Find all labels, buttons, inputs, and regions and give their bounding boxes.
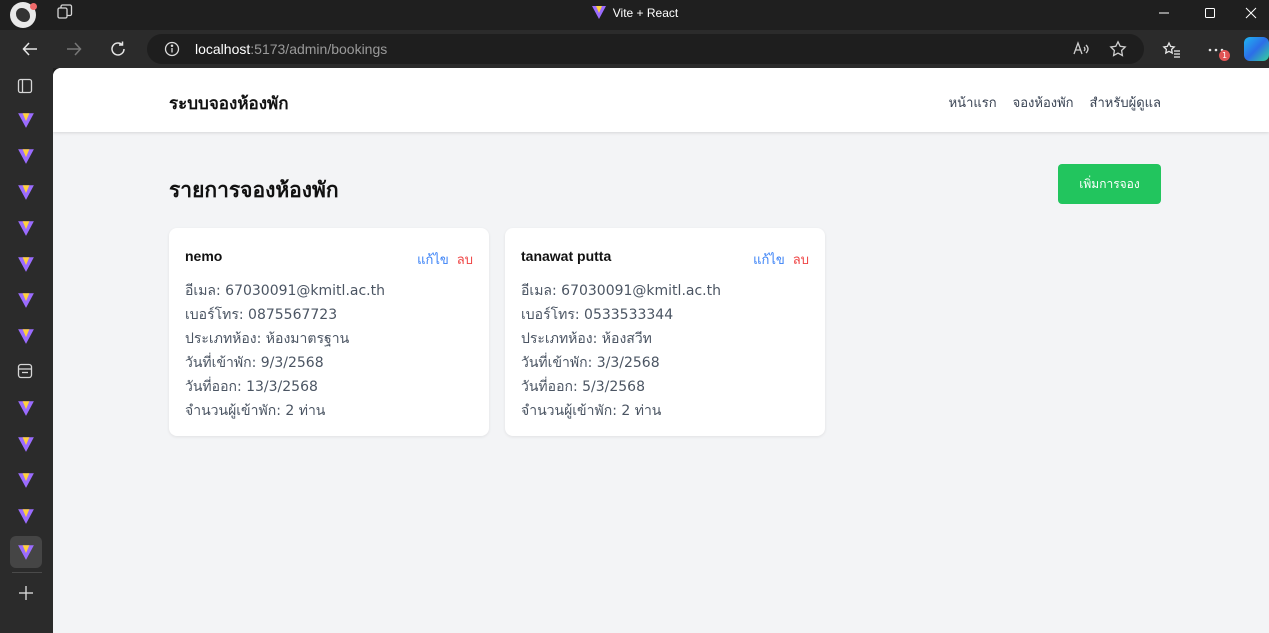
browser-toolbar: localhost:5173/admin/bookings [0, 30, 1269, 68]
active-vertical-tab-vite-icon[interactable] [10, 536, 42, 568]
booking-check-out: วันที่ออก: 13/3/2568 [185, 379, 318, 395]
back-button[interactable] [16, 36, 44, 62]
edit-booking-button[interactable]: แก้ไข [417, 249, 449, 270]
vertical-tab-vite-icon[interactable] [13, 107, 39, 133]
read-aloud-icon[interactable] [1072, 40, 1090, 58]
booking-card: tanawat putta แก้ไข ลบ อีเมล: 67030091@k… [505, 228, 825, 436]
favorites-icon[interactable] [1162, 40, 1182, 60]
notification-badge: 1 [1219, 50, 1230, 61]
vertical-tab-vite-icon[interactable] [13, 503, 39, 529]
address-bar[interactable]: localhost:5173/admin/bookings [147, 34, 1144, 64]
minimize-button[interactable] [1141, 0, 1187, 26]
vertical-tab-vite-icon[interactable] [13, 431, 39, 457]
vertical-tab-vite-icon[interactable] [13, 395, 39, 421]
window-title-text: Vite + React [612, 6, 679, 20]
nav-link-home[interactable]: หน้าแรก [949, 92, 997, 113]
site-brand[interactable]: ระบบจองห้องพัก [169, 90, 289, 117]
delete-booking-button[interactable]: ลบ [457, 249, 473, 270]
booking-guest-name: nemo [185, 248, 223, 264]
booking-actions: แก้ไข ลบ [753, 249, 809, 270]
site-nav: หน้าแรก จองห้องพัก สำหรับผู้ดูแล [949, 92, 1161, 113]
booking-check-in: วันที่เข้าพัก: 3/3/2568 [521, 355, 660, 371]
booking-guest-name: tanawat putta [521, 248, 612, 264]
site-info-icon[interactable] [164, 41, 180, 57]
maximize-button[interactable] [1187, 0, 1233, 26]
booking-room-type: ประเภทห้อง: ห้องสวีท [521, 331, 652, 347]
copilot-icon[interactable] [1244, 37, 1269, 61]
vertical-tab-vite-icon[interactable] [13, 179, 39, 205]
booking-details: อีเมล: 67030091@kmitl.ac.th เบอร์โทร: 05… [521, 279, 721, 423]
vertical-tab-vite-icon[interactable] [13, 143, 39, 169]
vertical-tab-vite-icon[interactable] [13, 251, 39, 277]
vertical-tab-vite-icon[interactable] [13, 323, 39, 349]
booking-guests: จำนวนผู้เข้าพัก: 2 ท่าน [185, 403, 326, 419]
tab-actions-icon[interactable] [16, 77, 34, 95]
site-header: ระบบจองห้องพัก หน้าแรก จองห้องพัก สำหรับ… [53, 68, 1269, 132]
saved-page-tab-icon[interactable] [16, 362, 34, 380]
new-tab-plus-icon[interactable] [14, 581, 38, 605]
booking-email: อีเมล: 67030091@kmitl.ac.th [185, 283, 385, 299]
booking-phone: เบอร์โทร: 0875567723 [185, 307, 338, 323]
booking-card: nemo แก้ไข ลบ อีเมล: 67030091@kmitl.ac.t… [169, 228, 489, 436]
booking-room-type: ประเภทห้อง: ห้องมาตรฐาน [185, 331, 350, 347]
vertical-tab-vite-icon[interactable] [13, 467, 39, 493]
url-host: localhost [195, 41, 251, 57]
favorite-star-icon[interactable] [1109, 40, 1127, 58]
booking-details: อีเมล: 67030091@kmitl.ac.th เบอร์โทร: 08… [185, 279, 385, 423]
close-window-button[interactable] [1233, 0, 1269, 26]
delete-booking-button[interactable]: ลบ [793, 249, 809, 270]
booking-check-out: วันที่ออก: 5/3/2568 [521, 379, 645, 395]
vertical-tab-vite-icon[interactable] [13, 287, 39, 313]
page-title: รายการจองห้องพัก [169, 178, 339, 202]
nav-link-booking[interactable]: จองห้องพัก [1013, 92, 1074, 113]
url-path: :5173/admin/bookings [250, 41, 388, 57]
url-text[interactable]: localhost:5173/admin/bookings [195, 41, 387, 57]
forward-button[interactable] [60, 36, 88, 62]
booking-phone: เบอร์โทร: 0533533344 [521, 307, 674, 323]
window-title: Vite + React [0, 4, 1269, 23]
booking-guests: จำนวนผู้เข้าพัก: 2 ท่าน [521, 403, 662, 419]
add-booking-button[interactable]: เพิ่มการจอง [1058, 164, 1161, 204]
vertical-tab-vite-icon[interactable] [13, 215, 39, 241]
vite-logo-icon [591, 4, 607, 23]
booking-actions: แก้ไข ลบ [417, 249, 473, 270]
window-titlebar: Vite + React [0, 0, 1269, 30]
sidebar-divider [12, 572, 42, 573]
edit-booking-button[interactable]: แก้ไข [753, 249, 785, 270]
booking-email: อีเมล: 67030091@kmitl.ac.th [521, 283, 721, 299]
booking-check-in: วันที่เข้าพัก: 9/3/2568 [185, 355, 324, 371]
refresh-button[interactable] [104, 36, 132, 62]
page-viewport: ระบบจองห้องพัก หน้าแรก จองห้องพัก สำหรับ… [53, 68, 1269, 633]
nav-link-admin[interactable]: สำหรับผู้ดูแล [1090, 92, 1161, 113]
